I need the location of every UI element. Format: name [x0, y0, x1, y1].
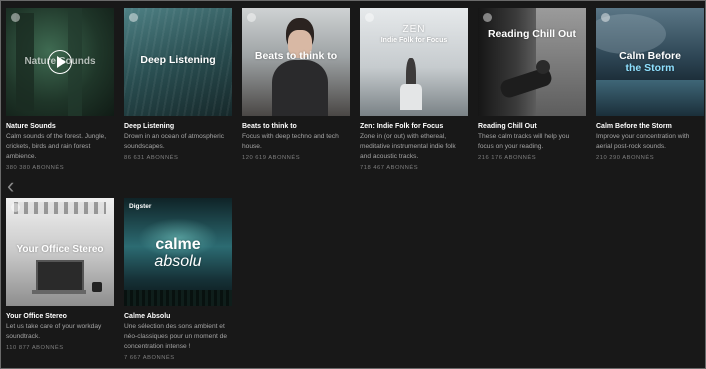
playlist-card-beats-to-think-to[interactable]: Beats to think to Beats to think to Focu… [242, 8, 350, 163]
spotify-logo-icon [129, 13, 138, 22]
playlist-description: Une sélection des sons ambient et néo-cl… [124, 323, 227, 350]
chevron-left-icon[interactable]: ‹ [7, 171, 29, 201]
spotify-logo-icon [11, 203, 20, 212]
spotify-logo-icon [247, 13, 256, 22]
playlist-description: Let us take care of your workday soundtr… [6, 323, 102, 340]
playlist-description: Drown in an ocean of atmospheric soundsc… [124, 133, 225, 150]
cover-title: Your Office Stereo [16, 244, 104, 255]
playlist-title[interactable]: Calme Absolu [124, 312, 232, 321]
spotify-logo-icon [483, 13, 492, 22]
playlist-title[interactable]: Deep Listening [124, 122, 232, 131]
playlist-title[interactable]: Calm Before the Storm [596, 122, 704, 131]
spotify-logo-icon [601, 13, 610, 22]
playlist-followers: 110 877 ABONNÉS [6, 345, 64, 351]
playlist-card-calme-absolu[interactable]: Digster calme absolu Calme Absolu Une sé… [124, 198, 232, 363]
playlist-cover[interactable]: Deep Listening [124, 8, 232, 116]
cover-title-line1: Calm Before [619, 50, 681, 62]
playlist-card-calm-before-the-storm[interactable]: Calm Before the Storm Calm Before the St… [596, 8, 704, 163]
playlist-title[interactable]: Beats to think to [242, 122, 350, 131]
cover-title-line1: ZEN [402, 24, 426, 35]
playlist-card-nature-sounds[interactable]: Nature Sounds Nature Sounds Calm sounds … [6, 8, 114, 173]
playlist-description: Focus with deep techno and tech house. [242, 133, 339, 150]
playlist-title[interactable]: Your Office Stereo [6, 312, 114, 321]
spotify-logo-icon [365, 13, 374, 22]
playlist-grid: Nature Sounds Nature Sounds Calm sounds … [0, 0, 706, 369]
playlist-description: Improve your concentration with aerial p… [596, 133, 690, 150]
playlist-card-your-office-stereo[interactable]: Your Office Stereo Your Office Stereo Le… [6, 198, 114, 353]
playlist-followers: 7 667 ABONNÉS [124, 355, 175, 361]
playlist-description: Calm sounds of the forest. Jungle, crick… [6, 133, 107, 160]
playlist-cover[interactable]: ZEN Indie Folk for Focus [360, 8, 468, 116]
cover-title-line2: Indie Folk for Focus [380, 37, 448, 44]
playlist-description: These calm tracks will help you focus on… [478, 133, 570, 150]
playlist-followers: 120 619 ABONNÉS [242, 155, 301, 161]
playlist-title[interactable]: Nature Sounds [6, 122, 114, 131]
playlist-cover[interactable]: Reading Chill Out [478, 8, 586, 116]
playlist-cover[interactable]: Beats to think to [242, 8, 350, 116]
playlist-followers: 210 290 ABONNÉS [596, 155, 655, 161]
playlist-card-reading-chill-out[interactable]: Reading Chill Out Reading Chill Out Thes… [478, 8, 586, 163]
cover-title-line2: the Storm [625, 62, 675, 74]
playlist-cover[interactable]: Digster calme absolu [124, 198, 232, 306]
cover-title: Deep Listening [140, 54, 216, 66]
cover-title-line1: calme [155, 236, 201, 253]
digster-badge: Digster [129, 203, 152, 210]
cover-title: Reading Chill Out [487, 28, 577, 40]
playlist-cover[interactable]: Calm Before the Storm [596, 8, 704, 116]
playlist-card-deep-listening[interactable]: Deep Listening Deep Listening Drown in a… [124, 8, 232, 163]
playlist-followers: 86 631 ABONNÉS [124, 155, 179, 161]
playlist-description: Zone in (or out) with ethereal, meditati… [360, 133, 456, 160]
playlist-cover[interactable]: Your Office Stereo [6, 198, 114, 306]
play-circle-icon[interactable] [48, 50, 72, 74]
playlist-cover[interactable]: Nature Sounds [6, 8, 114, 116]
cover-title-line2: absolu [154, 253, 202, 270]
playlist-card-zen-indie-folk[interactable]: ZEN Indie Folk for Focus Zen: Indie Folk… [360, 8, 468, 173]
playlist-title[interactable]: Reading Chill Out [478, 122, 586, 131]
playlist-followers: 718 467 ABONNÉS [360, 165, 419, 171]
spotify-logo-icon [11, 13, 20, 22]
playlist-title[interactable]: Zen: Indie Folk for Focus [360, 122, 468, 131]
playlist-followers: 216 176 ABONNÉS [478, 155, 537, 161]
cover-title: Beats to think to [254, 50, 338, 62]
